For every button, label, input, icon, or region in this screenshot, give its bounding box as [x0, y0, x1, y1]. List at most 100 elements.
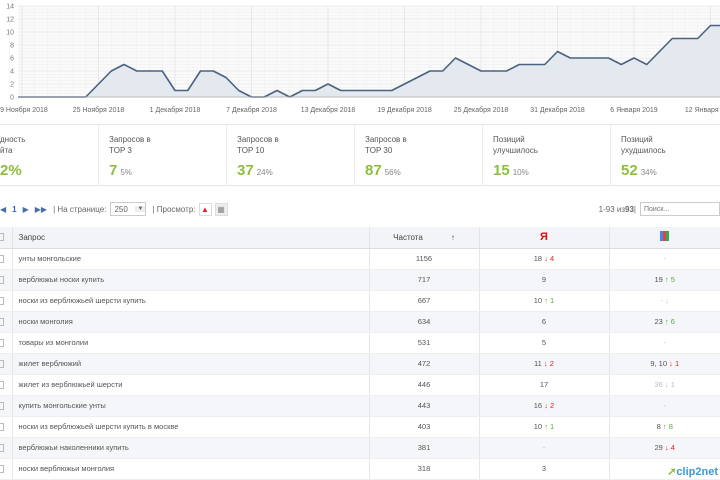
grid-view-icon[interactable]: ▦ — [214, 202, 228, 216]
yandex-position-cell: 6 — [478, 311, 609, 333]
freq-label: Частота — [393, 232, 423, 242]
next-page-button[interactable]: ▶ — [23, 205, 29, 214]
google-delta: ↓ 1 — [669, 359, 680, 368]
google-icon — [660, 231, 670, 242]
row-checkbox[interactable] — [0, 353, 12, 375]
frequency-cell: 634 — [368, 311, 479, 333]
row-checkbox[interactable] — [0, 290, 12, 312]
col-google[interactable] — [608, 227, 720, 249]
google-position-cell: 8 ↑ 8 — [608, 416, 720, 438]
row-checkbox[interactable] — [0, 458, 12, 480]
row-checkbox[interactable] — [0, 332, 12, 354]
x-tick-label: 31 Декабря 2018 — [530, 106, 585, 114]
stat-card: Запросов в TOP 10 37 24% — [227, 125, 355, 185]
row-checkbox[interactable] — [0, 374, 12, 396]
view-label: | Просмотр: — [152, 204, 196, 214]
per-page-select[interactable]: 250 ▼ — [110, 202, 147, 216]
row-checkbox[interactable] — [0, 437, 12, 459]
table-row[interactable]: носки из верблюжьей шерсти купить в моск… — [0, 416, 720, 438]
row-checkbox[interactable] — [0, 416, 12, 438]
per-page-value: 250 — [114, 204, 128, 214]
frequency-cell: 667 — [368, 290, 479, 312]
query-cell: носки монголия — [11, 311, 369, 333]
updown-view-icon[interactable]: ▲ — [198, 202, 212, 216]
yandex-position-cell: - — [478, 437, 609, 459]
x-tick-label: 13 Декабря 2018 — [301, 106, 356, 114]
stat-value: 37 24% — [237, 162, 354, 179]
table-row[interactable]: верблюжьи носки купить 717 9 19 ↑ 5 — [0, 269, 720, 291]
col-query[interactable]: Запрос — [11, 227, 369, 249]
col-yandex[interactable]: Я — [478, 227, 609, 249]
google-position-cell: - ↓ — [608, 290, 720, 312]
google-position-cell: 19 ↑ 5 — [608, 269, 720, 291]
current-page[interactable]: 1 — [12, 205, 16, 214]
yandex-position: 16 — [533, 401, 543, 410]
y-tick-label: 0 — [10, 95, 14, 102]
table-row[interactable]: товары из монголии 531 5 - — [0, 332, 720, 354]
row-checkbox[interactable] — [0, 311, 12, 333]
table-row[interactable]: купить монгольские унты 443 16 ↓ 2 - — [0, 395, 720, 417]
row-checkbox[interactable] — [0, 395, 12, 417]
stat-percent: 5% — [120, 168, 132, 177]
table-row[interactable]: унты монгольские 1156 18 ↓ 4 - — [0, 248, 720, 270]
queries-table: Запрос Частота ↑ Я унты монгольские 1156 … — [0, 227, 720, 480]
x-tick-label: 12 Января 2019 — [685, 107, 720, 114]
yandex-position: 5 — [541, 338, 547, 347]
yandex-position-cell: 18 ↓ 4 — [478, 248, 609, 270]
x-tick-label: 1 Декабря 2018 — [150, 106, 201, 114]
stat-card: Позиций ухудшилось 52 34% — [611, 125, 720, 185]
col-frequency[interactable]: Частота ↑ — [368, 227, 479, 249]
yandex-position-cell: 5 — [478, 332, 609, 354]
google-position: - — [663, 254, 667, 263]
google-position: 9, 10 — [650, 359, 668, 368]
search-input[interactable] — [640, 202, 720, 216]
query-cell: верблюжьи наколенники купить — [11, 437, 369, 459]
google-delta: ↑ 5 — [664, 275, 675, 284]
stat-label: Запросов в TOP 3 — [109, 135, 151, 155]
google-position: - — [660, 296, 664, 305]
stat-number: 87 — [365, 162, 382, 179]
table-row[interactable]: жилет из верблюжьей шерсти 446 17 36 ↓ 1 — [0, 374, 720, 396]
frequency-cell: 381 — [368, 437, 479, 459]
yandex-position-cell: 9 — [478, 269, 609, 291]
x-tick-label: 19 Декабря 2018 — [377, 106, 432, 114]
y-tick-label: 14 — [6, 4, 14, 11]
y-tick-label: 10 — [6, 30, 14, 37]
table-row[interactable]: носки верблюжьи монголия 318 3 — [0, 458, 720, 480]
y-tick-label: 12 — [6, 17, 14, 24]
row-checkbox[interactable] — [0, 269, 12, 291]
google-position: 19 — [654, 275, 663, 284]
last-page-button[interactable]: ▶▶ — [35, 205, 47, 214]
stats-row: дность йта 2% Запросов в TOP 3 7 5% Запросов … — [0, 124, 720, 186]
query-cell: носки из верблюжьей шерсти купить в моск… — [11, 416, 369, 438]
frequency-cell: 446 — [368, 374, 479, 396]
y-tick-label: 4 — [10, 69, 14, 76]
select-all-checkbox[interactable] — [0, 227, 12, 249]
google-position-cell: - — [608, 248, 720, 270]
watermark-text: clip2net — [676, 466, 718, 478]
google-position-cell: - — [608, 395, 720, 417]
yandex-position: 6 — [541, 317, 547, 326]
frequency-cell: 443 — [368, 395, 479, 417]
prev-page-button[interactable]: ◀ — [0, 205, 6, 214]
google-position: - — [663, 401, 667, 410]
table-row[interactable]: верблюжьи наколенники купить 381 - 29 ↓ … — [0, 437, 720, 459]
table-row[interactable]: носки из верблюжьей шерсти купить 667 10… — [0, 290, 720, 312]
stat-label: Запросов в TOP 30 — [365, 135, 407, 155]
query-cell: купить монгольские унты — [11, 395, 369, 417]
row-checkbox[interactable] — [0, 248, 12, 270]
yandex-position-cell: 10 ↑ 1 — [478, 290, 609, 312]
query-cell: жилет верблюжий — [11, 353, 369, 375]
table-row[interactable]: носки монголия 634 6 23 ↑ 6 — [0, 311, 720, 333]
yandex-position: 10 — [533, 296, 543, 305]
table-row[interactable]: жилет верблюжий 472 11 ↓ 2 9, 10 ↓ 1 — [0, 353, 720, 375]
stat-number: 37 — [237, 162, 254, 179]
x-tick-label: 7 Декабря 2018 — [226, 106, 277, 114]
stat-label: Позиций улучшилось — [493, 135, 538, 155]
stat-number: 2% — [0, 162, 22, 179]
google-position: 23 — [654, 317, 663, 326]
stat-number: 7 — [109, 162, 118, 179]
yandex-position: - — [542, 443, 546, 452]
yandex-position: 17 — [539, 380, 549, 389]
frequency-cell: 318 — [368, 458, 479, 480]
